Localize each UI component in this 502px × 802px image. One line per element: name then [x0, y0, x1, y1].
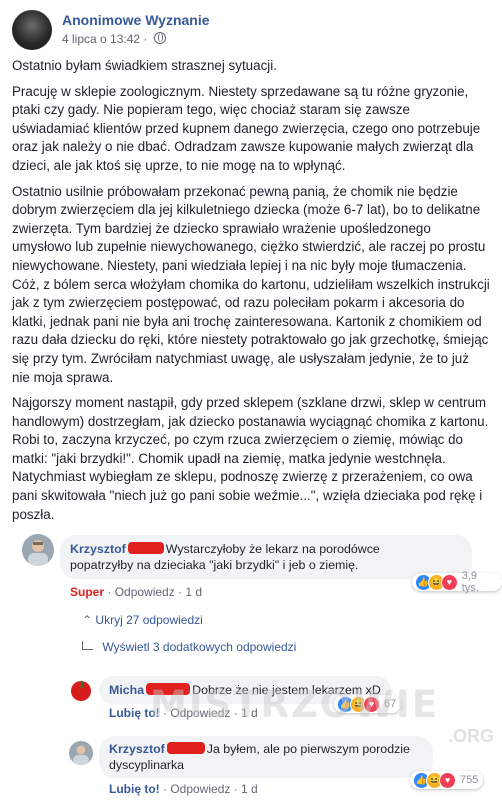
reaction-count: 3,9 tys. [461, 570, 479, 594]
redacted-surname [166, 742, 205, 754]
reply-text: dyscyplinarka [109, 758, 185, 772]
post-paragraph: Ostatnio usilnie próbowałam przekonać pe… [12, 183, 490, 385]
comment-text: Wystarczyłoby że lekarz na porodówce [165, 542, 380, 556]
reaction-count: 755 [460, 774, 479, 786]
post-body: Ostatnio byłam świadkiem strasznej sytua… [12, 57, 490, 531]
meta-separator: · [143, 32, 148, 46]
globe-icon [153, 32, 166, 44]
show-more-label: Wyświetl 3 dodatkowych odpowiedzi [102, 640, 297, 654]
reaction-summary[interactable]: 👍 😆 ♥ 3,9 tys. [412, 570, 502, 594]
reply-button[interactable]: Odpowiedz [115, 585, 175, 599]
reply-text: Ja byłem, ale po pierwszym porodzie [206, 742, 410, 756]
page-avatar[interactable] [12, 10, 52, 50]
post-meta: 4 lipca o 13:42 · [62, 32, 166, 46]
reply-bubble: Krzysztof Ja byłem, ale po pierwszym poro… [99, 736, 433, 778]
show-more-replies-link[interactable]: Wyświetl 3 dodatkowych odpowiedzi [82, 640, 296, 654]
comment-time[interactable]: 1 d [185, 585, 202, 599]
collapse-arrow-icon: ⌃ [82, 613, 93, 627]
reply-arrow-icon [82, 641, 93, 650]
comment-text: popatrzyłby na dzieciaka "jaki brzydki" … [70, 558, 359, 572]
hide-replies-label: Ukryj 27 odpowiedzi [95, 613, 203, 627]
commenter-avatar[interactable] [22, 534, 54, 566]
commenter-name[interactable]: Krzysztof [70, 542, 126, 556]
site-watermark-suffix: .ORG [448, 726, 495, 746]
post-paragraph: Najgorszy moment nastąpił, gdy przed skl… [12, 395, 489, 522]
reply-button[interactable]: Odpowiedz [170, 782, 230, 796]
reply-actions: Lubię to! · Odpowiedz · 1 d [109, 782, 258, 796]
reply-avatar[interactable] [69, 679, 93, 703]
page-name[interactable]: Anonimowe Wyznanie [62, 12, 210, 28]
reaction-button[interactable]: Super [70, 585, 104, 599]
comment-actions: Super · Odpowiedz · 1 d [70, 585, 203, 599]
reply-time[interactable]: 1 d [241, 782, 258, 796]
love-icon: ♥ [440, 573, 458, 591]
reaction-summary[interactable]: 👍 😆 ♥ 755 [410, 771, 484, 789]
post-paragraph: Pracuję w sklepie zoologicznym. Niestety… [12, 83, 481, 173]
reply-author-name[interactable]: Krzysztof [109, 742, 165, 756]
site-watermark: MISTRZOWIE [150, 683, 440, 726]
hide-replies-link[interactable]: ⌃ Ukryj 27 odpowiedzi [82, 613, 203, 627]
comment-bubble: Krzysztof Wystarczyłoby że lekarz na poro… [60, 535, 472, 579]
post-paragraph: Ostatnio byłam świadkiem strasznej sytua… [12, 58, 277, 73]
post-header: Anonimowe Wyznanie 4 lipca o 13:42 · [12, 8, 492, 52]
redacted-surname [127, 542, 164, 554]
love-icon: ♥ [439, 771, 456, 789]
reply-avatar[interactable] [69, 741, 93, 765]
post-date[interactable]: 4 lipca o 13:42 [62, 32, 140, 46]
reply-author-name[interactable]: Micha [109, 683, 144, 697]
like-button[interactable]: Lubię to! [109, 782, 160, 796]
